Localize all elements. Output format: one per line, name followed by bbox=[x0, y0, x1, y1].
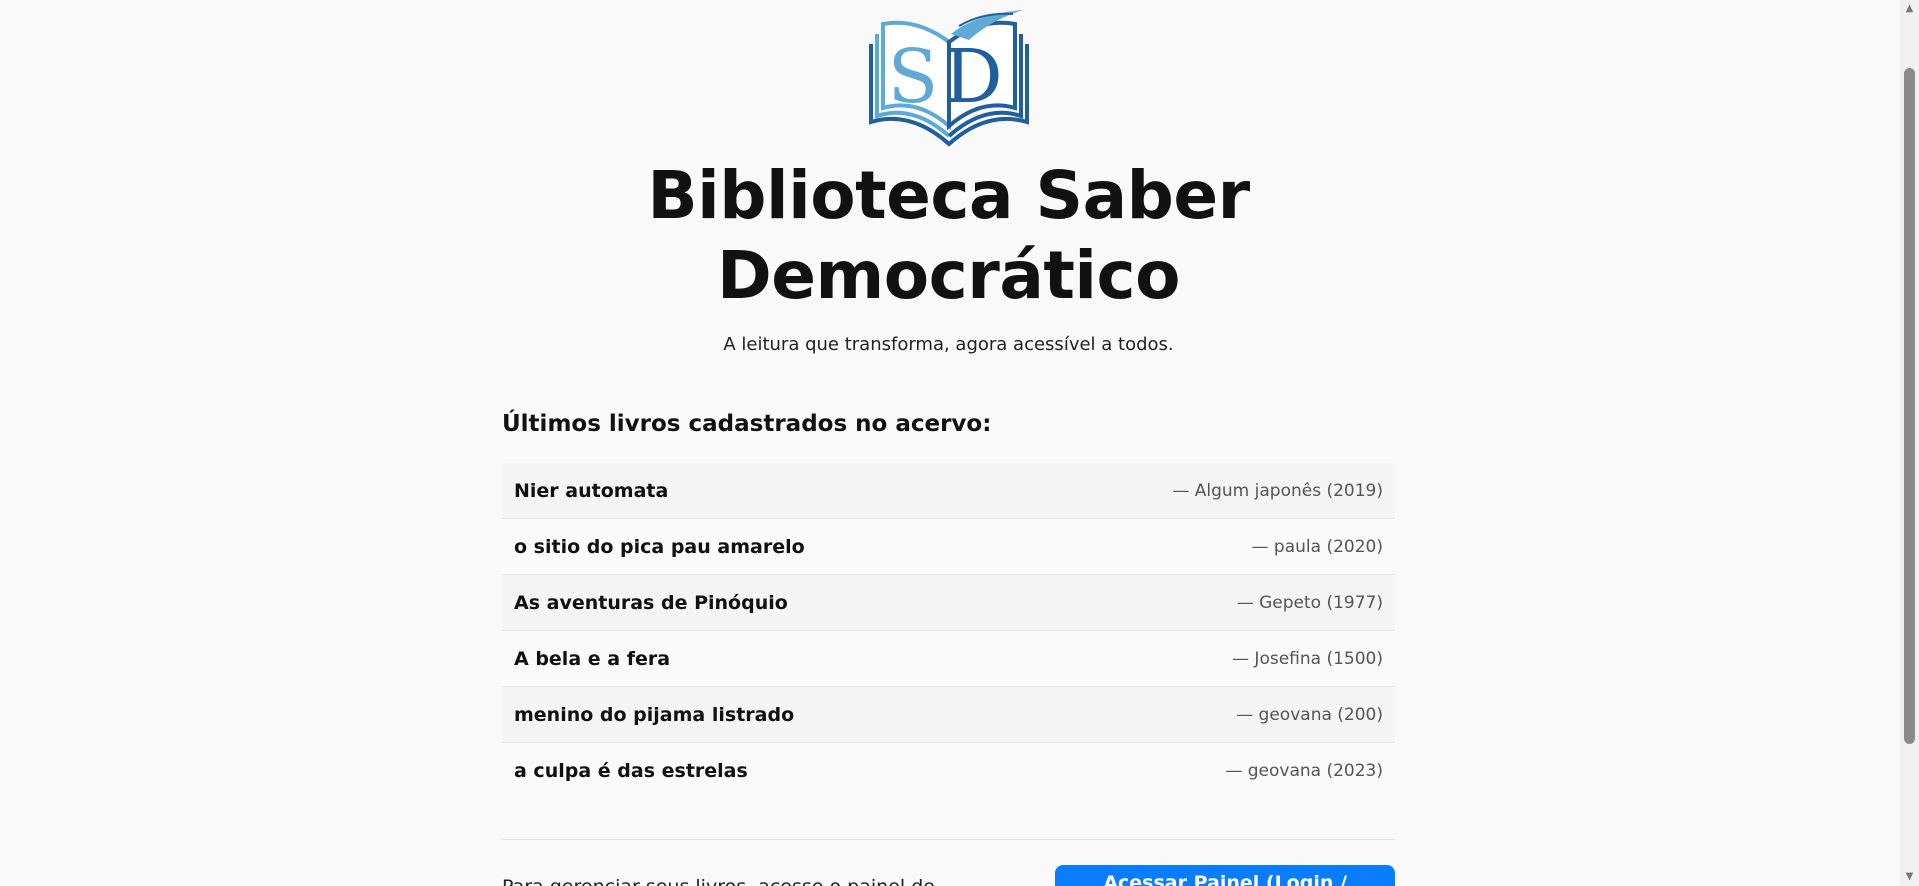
list-item: Nier automata — Algum japonês (2019) bbox=[502, 463, 1395, 519]
list-item: A bela e a fera — Josefina (1500) bbox=[502, 631, 1395, 687]
book-title: Nier automata bbox=[514, 479, 669, 502]
admin-access-row: Para gerenciar seus livros, acesse o pai… bbox=[502, 865, 1395, 886]
section-divider bbox=[502, 839, 1395, 840]
list-item: o sitio do pica pau amarelo — paula (202… bbox=[502, 519, 1395, 575]
site-title: Biblioteca Saber Democrático bbox=[647, 157, 1250, 314]
main-container: S D Biblioteca Saber Democrático A leitu… bbox=[502, 0, 1395, 886]
book-title: As aventuras de Pinóquio bbox=[514, 591, 788, 614]
book-title: o sitio do pica pau amarelo bbox=[514, 535, 805, 558]
svg-text:D: D bbox=[943, 34, 1002, 120]
book-title: a culpa é das estrelas bbox=[514, 760, 748, 782]
book-list: Nier automata — Algum japonês (2019) o s… bbox=[502, 463, 1395, 799]
book-title: menino do pijama listrado bbox=[514, 703, 795, 726]
scrollbar-thumb[interactable] bbox=[1904, 68, 1915, 744]
list-item: As aventuras de Pinóquio — Gepeto (1977) bbox=[502, 575, 1395, 631]
book-author-year: — paula (2020) bbox=[1251, 536, 1383, 557]
book-author-year: — Josefina (1500) bbox=[1232, 648, 1383, 669]
list-item: menino do pijama listrado — geovana (200… bbox=[502, 687, 1395, 743]
book-author-year: — Gepeto (1977) bbox=[1236, 592, 1383, 613]
list-item: a culpa é das estrelas — geovana (2023) bbox=[502, 743, 1395, 799]
site-tagline: A leitura que transforma, agora acessíve… bbox=[723, 334, 1174, 355]
book-author-year: — Algum japonês (2019) bbox=[1172, 480, 1383, 501]
admin-panel-button[interactable]: Acessar Painel (Login / Registro) bbox=[1055, 865, 1395, 886]
open-book-sd-logo-icon: S D bbox=[868, 10, 1029, 147]
book-title: A bela e a fera bbox=[514, 647, 671, 670]
triangle-up-icon[interactable]: ▲ bbox=[1900, 0, 1919, 18]
book-author-year: — geovana (2023) bbox=[1225, 761, 1383, 781]
book-author-year: — geovana (200) bbox=[1236, 704, 1383, 725]
page: S D Biblioteca Saber Democrático A leitu… bbox=[0, 0, 1919, 886]
vertical-scrollbar[interactable]: ▲ ▼ bbox=[1900, 0, 1919, 886]
svg-text:S: S bbox=[887, 34, 938, 120]
triangle-down-icon[interactable]: ▼ bbox=[1900, 868, 1919, 886]
books-section-heading: Últimos livros cadastrados no acervo: bbox=[502, 411, 992, 437]
admin-instructions: Para gerenciar seus livros, acesse o pai… bbox=[502, 876, 1055, 886]
